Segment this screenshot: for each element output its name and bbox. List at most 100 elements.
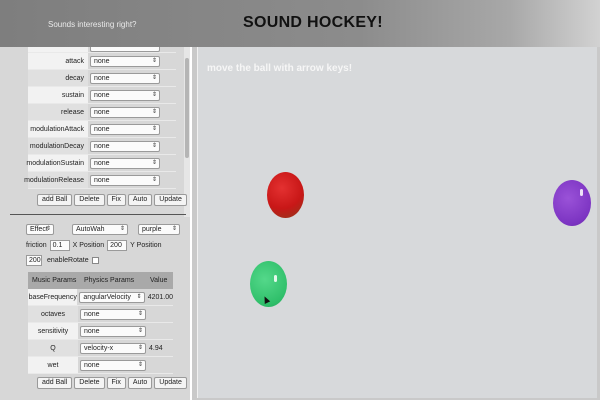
updown-arrow-icon: ⇕ [151, 57, 157, 64]
update-button[interactable]: Update [154, 194, 187, 206]
updown-arrow-icon: ⇕ [45, 226, 51, 232]
envelope-label: modulationAttack [28, 121, 88, 137]
updown-arrow-icon: ⇕ [171, 226, 177, 232]
friction-input[interactable]: 0.1 [49, 240, 70, 251]
ball-highlight [274, 275, 277, 282]
update-button[interactable]: Update [154, 377, 187, 389]
modulation-sustain-select[interactable]: none ⇕ [90, 157, 160, 169]
updown-arrow-icon: ⇕ [119, 226, 125, 232]
music-param-label: octaves [28, 306, 78, 322]
music-param-label: wet [28, 357, 78, 373]
music-button-row: add Ball Delete Fix Auto Update [37, 377, 189, 389]
purple-ball[interactable] [553, 180, 591, 226]
updown-arrow-icon: ⇕ [151, 74, 157, 81]
xpos-input[interactable]: 200 [107, 240, 128, 251]
updown-arrow-icon: ⇕ [137, 344, 143, 351]
envelope-row-attack: attack none ⇕ [28, 53, 176, 70]
table-row: octaves none ⇕ [28, 306, 173, 323]
header-tagline: Sounds interesting right? [48, 20, 137, 29]
table-row: baseFrequency angularVelocity ⇕ 4201.00 [28, 289, 173, 306]
auto-button[interactable]: Auto [127, 377, 153, 389]
app-header: Sounds interesting right? SOUND HOCKEY! [0, 0, 600, 47]
ball-highlight [580, 189, 583, 196]
updown-arrow-icon: ⇕ [137, 361, 143, 368]
envelope-label: decay [28, 70, 88, 86]
envelope-label: modulationSustain [26, 155, 88, 171]
attack-select[interactable]: none ⇕ [90, 55, 160, 67]
updown-arrow-icon: ⇕ [137, 327, 143, 334]
music-param-label: baseFrequency [28, 289, 78, 305]
envelope-row-sustain: sustain none ⇕ [28, 87, 176, 104]
effect-select-row: Effect ⇕ AutoWah ⇕ purple ⇕ [26, 224, 180, 235]
music-params-table: Music Params Physics Params Value baseFr… [28, 272, 173, 374]
add-ball-button[interactable]: add Ball [37, 377, 73, 389]
sustain-select[interactable]: none ⇕ [90, 89, 160, 101]
envelope-label: sustain [28, 87, 88, 103]
envelope-button-row: add Ball Delete Fix Auto Update [37, 194, 189, 206]
game-instruction: move the ball with arrow keys! [207, 63, 353, 74]
auto-button[interactable]: Auto [127, 194, 153, 206]
updown-arrow-icon: ⇕ [151, 125, 157, 132]
physics-select[interactable]: angularVelocity ⇕ [79, 291, 145, 303]
table-header: Music Params Physics Params Value [28, 272, 173, 289]
delete-button[interactable]: Delete [74, 377, 105, 389]
modulation-attack-select[interactable]: none ⇕ [90, 123, 160, 135]
fix-button[interactable]: Fix [106, 377, 126, 389]
envelope-row-modulation-release: modulationRelease none ⇕ [24, 172, 176, 189]
delete-button[interactable]: Delete [74, 194, 105, 206]
envelope-row-release: release none ⇕ [28, 104, 176, 121]
envelope-row-modulation-attack: modulationAttack none ⇕ [28, 121, 176, 138]
physics-select[interactable]: velocity-x ⇕ [80, 342, 146, 354]
music-param-label: sensitivity [28, 323, 78, 339]
updown-arrow-icon: ⇕ [151, 159, 157, 166]
envelope-row-decay: decay none ⇕ [28, 70, 176, 87]
game-canvas[interactable] [197, 47, 597, 398]
release-select[interactable]: none ⇕ [90, 106, 160, 118]
friction-label: friction [26, 242, 47, 249]
updown-arrow-icon: ⇕ [151, 91, 157, 98]
modulation-release-select[interactable]: none ⇕ [90, 174, 160, 186]
envelope-row-modulation-decay: modulationDecay none ⇕ [28, 138, 176, 155]
envelope-row-modulation-sustain: modulationSustain none ⇕ [26, 155, 176, 172]
physics-row: friction 0.1 X Position 200 Y Position [26, 240, 162, 251]
envelope-label: modulationRelease [24, 172, 88, 188]
envelope-label: modulationDecay [28, 138, 88, 154]
column-header: Music Params [32, 277, 77, 284]
red-ball[interactable] [267, 172, 304, 218]
table-row: sensitivity none ⇕ [28, 323, 173, 340]
decay-select[interactable]: none ⇕ [90, 72, 160, 84]
modulation-decay-select[interactable]: none ⇕ [90, 140, 160, 152]
xpos-label: X Position [72, 242, 105, 249]
page-title: SOUND HOCKEY! [243, 14, 383, 31]
ypos-label: Y Position [130, 242, 162, 249]
section-divider [10, 214, 186, 215]
add-ball-button[interactable]: add Ball [37, 194, 73, 206]
panel-scroll-thumb[interactable] [185, 58, 189, 158]
enable-rotate-checkbox[interactable] [91, 257, 99, 264]
envelope-label: attack [28, 53, 88, 69]
updown-arrow-icon: ⇕ [136, 293, 142, 300]
envelope-label: release [28, 104, 88, 120]
ypos-input[interactable]: 200 [26, 255, 42, 266]
fix-button[interactable]: Fix [106, 194, 126, 206]
updown-arrow-icon: ⇕ [151, 108, 157, 115]
physics-select[interactable]: none ⇕ [80, 359, 146, 371]
param-value: 4.94 [149, 344, 163, 352]
rotate-row: 200 enableRotate [26, 255, 99, 266]
physics-select[interactable]: none ⇕ [80, 308, 146, 320]
updown-arrow-icon: ⇕ [151, 176, 157, 183]
effect-select[interactable]: AutoWah ⇕ [72, 224, 128, 235]
column-header: Physics Params [84, 277, 135, 284]
column-header: Value [150, 277, 168, 284]
type-select[interactable]: Effect ⇕ [26, 224, 54, 235]
envelope-table: attack none ⇕ decay none ⇕ sustain none ⇕ r… [24, 47, 176, 189]
param-value: 4201.00 [147, 293, 173, 301]
updown-arrow-icon: ⇕ [151, 142, 157, 149]
updown-arrow-icon: ⇕ [137, 310, 143, 317]
music-param-label: Q [28, 340, 78, 356]
physics-select[interactable]: none ⇕ [80, 325, 146, 337]
rotate-label: enableRotate [47, 257, 89, 264]
color-select[interactable]: purple ⇕ [138, 224, 180, 235]
table-row: wet none ⇕ [28, 357, 173, 374]
table-row: Q velocity-x ⇕ 4.94 [28, 340, 173, 357]
